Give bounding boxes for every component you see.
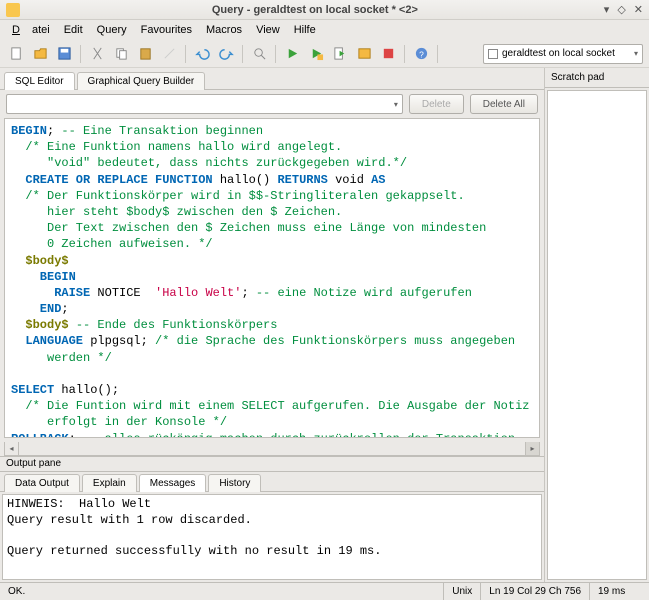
redo-icon[interactable] xyxy=(216,44,236,64)
previous-queries-combo[interactable]: ▾ xyxy=(6,94,403,114)
scroll-right-icon[interactable]: ▸ xyxy=(525,442,539,455)
tab-explain[interactable]: Explain xyxy=(82,474,137,492)
output-pane-header: Output pane xyxy=(0,456,544,472)
menu-hilfe[interactable]: Hilfe xyxy=(288,22,322,38)
minimize-icon[interactable]: ▾ xyxy=(604,3,610,16)
open-icon[interactable] xyxy=(30,44,50,64)
toolbar: ? geraldtest on local socket ▾ xyxy=(0,40,649,68)
chevron-down-icon: ▾ xyxy=(394,100,398,109)
menu-query[interactable]: Query xyxy=(91,22,133,38)
output-tabs: Data Output Explain Messages History xyxy=(0,472,544,492)
maximize-icon[interactable]: ◇ xyxy=(617,3,625,16)
explain-icon[interactable] xyxy=(354,44,374,64)
statusbar: OK. Unix Ln 19 Col 29 Ch 756 19 ms xyxy=(0,582,649,600)
tab-data-output[interactable]: Data Output xyxy=(4,474,80,492)
window-controls: ▾ ◇ ✕ xyxy=(604,3,643,16)
undo-icon[interactable] xyxy=(192,44,212,64)
tab-graphical-query-builder[interactable]: Graphical Query Builder xyxy=(77,72,206,90)
status-message: OK. xyxy=(0,583,443,600)
connection-status-icon xyxy=(488,49,498,59)
titlebar: Query - geraldtest on local socket * <2>… xyxy=(0,0,649,20)
menu-view[interactable]: View xyxy=(250,22,286,38)
clear-icon[interactable] xyxy=(159,44,179,64)
scratch-pad[interactable] xyxy=(547,90,647,580)
scratch-pad-header: Scratch pad xyxy=(545,68,649,88)
save-icon[interactable] xyxy=(54,44,74,64)
find-icon[interactable] xyxy=(249,44,269,64)
cancel-icon[interactable] xyxy=(378,44,398,64)
messages-output[interactable]: HINWEIS: Hallo Welt Query result with 1 … xyxy=(2,494,542,580)
new-icon[interactable] xyxy=(6,44,26,64)
app-icon xyxy=(6,3,20,17)
close-icon[interactable]: ✕ xyxy=(634,3,643,16)
help-icon[interactable]: ? xyxy=(411,44,431,64)
connection-label: geraldtest on local socket xyxy=(502,48,634,59)
execute-icon[interactable] xyxy=(282,44,302,64)
status-time: 19 ms xyxy=(589,583,649,600)
cut-icon[interactable] xyxy=(87,44,107,64)
menu-edit[interactable]: Edit xyxy=(58,22,89,38)
connection-combo[interactable]: geraldtest on local socket ▾ xyxy=(483,44,643,64)
status-cursor-pos: Ln 19 Col 29 Ch 756 xyxy=(480,583,589,600)
editor-tabs: SQL Editor Graphical Query Builder xyxy=(0,68,544,90)
menu-macros[interactable]: Macros xyxy=(200,22,248,38)
svg-text:?: ? xyxy=(419,49,424,59)
horizontal-scrollbar[interactable]: ◂ ▸ xyxy=(4,442,540,456)
scroll-left-icon[interactable]: ◂ xyxy=(5,442,19,455)
execute-pgscript-icon[interactable] xyxy=(306,44,326,64)
tab-messages[interactable]: Messages xyxy=(139,474,207,492)
window-title: Query - geraldtest on local socket * <2> xyxy=(26,4,604,16)
query-control-row: ▾ Delete Delete All xyxy=(0,90,544,118)
delete-button[interactable]: Delete xyxy=(409,94,464,114)
delete-all-button[interactable]: Delete All xyxy=(470,94,538,114)
paste-icon[interactable] xyxy=(135,44,155,64)
execute-file-icon[interactable] xyxy=(330,44,350,64)
menu-datei[interactable]: Datei xyxy=(6,22,56,38)
menu-favourites[interactable]: Favourites xyxy=(135,22,198,38)
sql-editor[interactable]: BEGIN; -- Eine Transaktion beginnen /* E… xyxy=(4,118,540,438)
chevron-down-icon: ▾ xyxy=(634,49,638,58)
menubar: Datei Edit Query Favourites Macros View … xyxy=(0,20,649,40)
copy-icon[interactable] xyxy=(111,44,131,64)
status-encoding: Unix xyxy=(443,583,480,600)
tab-sql-editor[interactable]: SQL Editor xyxy=(4,72,75,90)
tab-history[interactable]: History xyxy=(208,474,261,492)
